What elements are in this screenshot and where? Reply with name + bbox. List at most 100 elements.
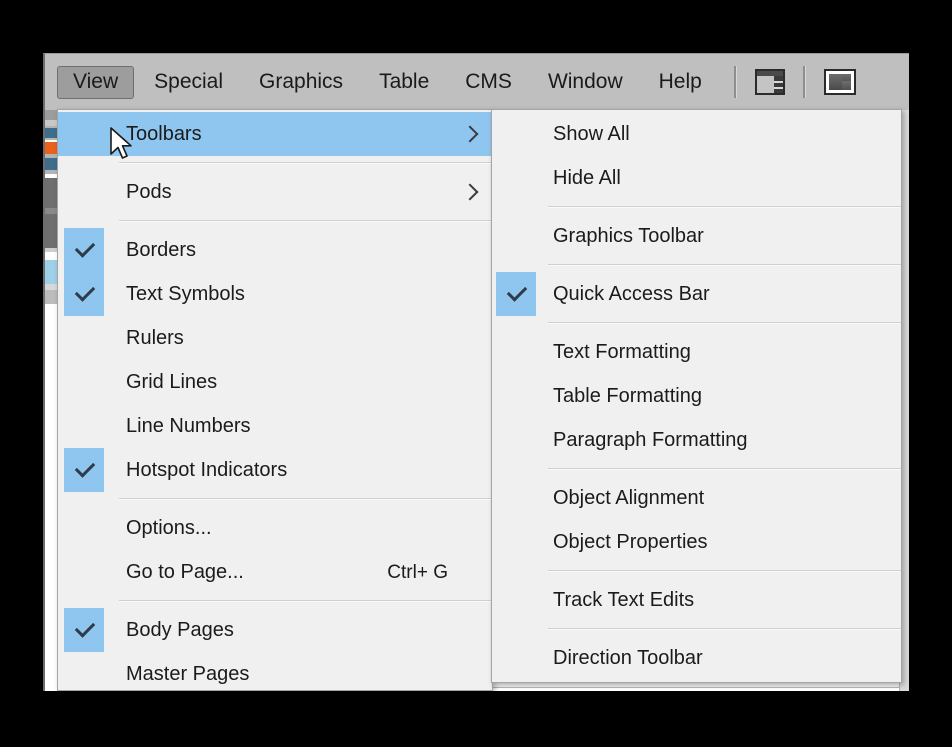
menu-item-master-pages[interactable]: Master Pages <box>58 652 492 696</box>
menu-item-label: Show All <box>553 123 630 145</box>
menubar-separator <box>733 66 737 98</box>
menu-item-grid-lines[interactable]: Grid Lines <box>58 360 492 404</box>
single-pane-layout-icon[interactable] <box>753 67 787 97</box>
menu-separator <box>548 264 901 266</box>
menu-item-direction-toolbar[interactable]: Direction Toolbar <box>492 636 901 680</box>
menu-item-label: Master Pages <box>126 663 250 685</box>
menu-item-label: Quick Access Bar <box>553 283 710 305</box>
menu-separator <box>548 206 901 208</box>
menu-item-rulers[interactable]: Rulers <box>58 316 492 360</box>
checkmark-icon <box>64 448 104 492</box>
check-gutter <box>64 360 104 404</box>
menu-item-label: Toolbars <box>126 123 202 145</box>
menu-item-go-to-page[interactable]: Go to Page... Ctrl+ G <box>58 550 492 594</box>
menu-bar-items: View Special Graphics Table CMS Window Help <box>57 54 860 110</box>
menubar-item-window[interactable]: Window <box>532 66 639 99</box>
toolbars-submenu-items: Show All Hide All Graphics Toolbar Quick Ac… <box>492 110 901 680</box>
menu-item-shortcut: Ctrl+ G <box>387 561 448 583</box>
menubar-item-cms[interactable]: CMS <box>449 66 528 99</box>
menubar-item-special[interactable]: Special <box>138 66 239 99</box>
menu-item-label: Grid Lines <box>126 371 218 393</box>
menu-item-hide-all[interactable]: Hide All <box>492 156 901 200</box>
check-gutter <box>496 214 536 258</box>
menu-item-label: Direction Toolbar <box>553 647 703 669</box>
check-gutter <box>496 418 536 462</box>
check-gutter <box>496 330 536 374</box>
menu-item-label: Line Numbers <box>126 415 251 437</box>
check-gutter <box>64 170 104 214</box>
menu-separator <box>119 162 492 164</box>
menubar-item-graphics[interactable]: Graphics <box>243 66 359 99</box>
check-gutter <box>64 316 104 360</box>
menu-item-label: Options... <box>126 517 212 539</box>
toolbars-submenu-panel[interactable]: Show All Hide All Graphics Toolbar Quick Ac… <box>491 109 902 683</box>
menubar-item-help[interactable]: Help <box>643 66 718 99</box>
chevron-right-icon <box>461 125 479 143</box>
menu-item-track-text-edits[interactable]: Track Text Edits <box>492 578 901 622</box>
checkmark-icon <box>64 228 104 272</box>
menu-item-label: Paragraph Formatting <box>553 429 748 451</box>
menu-item-pods[interactable]: Pods <box>58 170 492 214</box>
checkmark-icon <box>496 272 536 316</box>
menu-item-options[interactable]: Options... <box>58 506 492 550</box>
view-menu-items: Toolbars Pods Borders Text Symbols Rulers Gri… <box>58 110 492 696</box>
menu-item-label: Hide All <box>553 167 621 189</box>
check-gutter <box>496 520 536 564</box>
menu-bar: View Special Graphics Table CMS Window Help <box>45 54 909 110</box>
menu-item-table-formatting[interactable]: Table Formatting <box>492 374 901 418</box>
menu-item-object-properties[interactable]: Object Properties <box>492 520 901 564</box>
check-gutter <box>64 506 104 550</box>
menu-item-object-alignment[interactable]: Object Alignment <box>492 476 901 520</box>
menu-item-text-symbols[interactable]: Text Symbols <box>58 272 492 316</box>
menu-item-label: Text Symbols <box>126 283 245 305</box>
check-gutter <box>496 112 536 156</box>
menu-separator <box>548 570 901 572</box>
screen: View Special Graphics Table CMS Window Help To… <box>0 0 952 747</box>
menu-item-label: Track Text Edits <box>553 589 695 611</box>
check-gutter <box>496 636 536 680</box>
menu-item-label: Go to Page... <box>126 561 244 583</box>
check-gutter <box>64 404 104 448</box>
check-gutter <box>64 112 104 156</box>
menu-item-show-all[interactable]: Show All <box>492 112 901 156</box>
checkmark-icon <box>64 272 104 316</box>
menu-separator <box>548 322 901 324</box>
check-gutter <box>64 550 104 594</box>
view-menu-panel[interactable]: Toolbars Pods Borders Text Symbols Rulers Gri… <box>57 109 493 691</box>
menu-item-label: Body Pages <box>126 619 234 641</box>
menu-item-label: Hotspot Indicators <box>126 459 288 481</box>
check-gutter <box>496 374 536 418</box>
menu-item-text-formatting[interactable]: Text Formatting <box>492 330 901 374</box>
menubar-item-table[interactable]: Table <box>363 66 445 99</box>
menu-item-label: Borders <box>126 239 197 261</box>
menu-item-graphics-toolbar[interactable]: Graphics Toolbar <box>492 214 901 258</box>
menubar-separator <box>802 66 806 98</box>
menu-item-paragraph-formatting[interactable]: Paragraph Formatting <box>492 418 901 462</box>
check-gutter <box>64 652 104 696</box>
check-gutter <box>496 578 536 622</box>
check-gutter <box>496 476 536 520</box>
menu-separator <box>548 468 901 470</box>
split-pane-layout-icon[interactable] <box>822 67 856 97</box>
menu-item-label: Object Alignment <box>553 487 705 509</box>
menu-item-label: Rulers <box>126 327 184 349</box>
menu-item-toolbars[interactable]: Toolbars <box>58 112 492 156</box>
menu-item-body-pages[interactable]: Body Pages <box>58 608 492 652</box>
menu-item-label: Object Properties <box>553 531 708 553</box>
checkmark-icon <box>64 608 104 652</box>
chevron-right-icon <box>461 183 479 201</box>
menu-item-borders[interactable]: Borders <box>58 228 492 272</box>
menu-item-quick-access-bar[interactable]: Quick Access Bar <box>492 272 901 316</box>
menu-separator <box>119 220 492 222</box>
menubar-item-view[interactable]: View <box>57 65 135 99</box>
menu-item-line-numbers[interactable]: Line Numbers <box>58 404 492 448</box>
menu-item-label: Table Formatting <box>553 385 702 407</box>
menu-item-label: Text Formatting <box>553 341 691 363</box>
check-gutter <box>496 156 536 200</box>
menu-item-label: Pods <box>126 181 172 203</box>
menu-separator <box>548 628 901 630</box>
menu-item-label: Graphics Toolbar <box>553 225 704 247</box>
menu-separator <box>119 600 492 602</box>
menu-item-hotspot-indicators[interactable]: Hotspot Indicators <box>58 448 492 492</box>
menu-separator <box>119 498 492 500</box>
